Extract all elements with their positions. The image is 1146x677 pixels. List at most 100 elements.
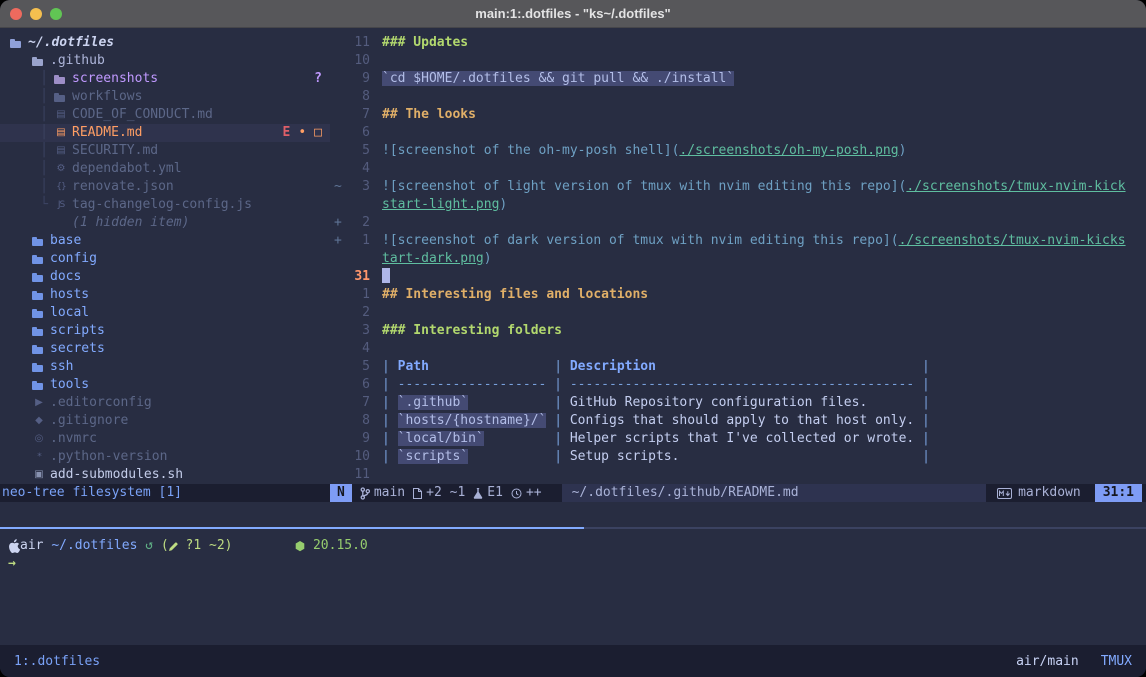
editor-line[interactable]: +2 <box>330 214 1146 232</box>
tree-item[interactable]: local <box>0 304 330 322</box>
tree-item[interactable]: ◎.nvmrc <box>0 430 330 448</box>
tree-item[interactable]: config <box>0 250 330 268</box>
tree-item-label: config <box>48 250 97 268</box>
gutter-sign <box>330 322 344 340</box>
tree-item[interactable]: ssh <box>0 358 330 376</box>
syntax-segment: | <box>382 413 398 428</box>
editor-line[interactable]: 7## The looks <box>330 106 1146 124</box>
tree-item-label: tag-changelog-config.js <box>70 196 252 214</box>
gutter-sign <box>330 286 344 304</box>
line-number: 9 <box>344 430 370 448</box>
tree-item[interactable]: ▣add-submodules.sh <box>0 466 330 484</box>
folder-icon <box>30 286 48 304</box>
line-number: 31 <box>344 268 370 286</box>
editor-line[interactable]: 11### Updates <box>330 34 1146 52</box>
gutter-sign <box>330 340 344 358</box>
shell-pane[interactable]: air ~/.dotfiles ↺ ( ?1 ~2) 20.15.0 → <box>0 529 1146 645</box>
editor-line[interactable]: 6 <box>330 124 1146 142</box>
javascript-icon: JS <box>52 196 70 214</box>
editor-line[interactable]: 9`cd $HOME/.dotfiles && git pull && ./in… <box>330 70 1146 88</box>
gutter-sign <box>330 196 344 214</box>
editor-line[interactable]: 6| ------------------- | ---------------… <box>330 376 1146 394</box>
editor-line[interactable]: +1![screenshot of dark version of tmux w… <box>330 232 1146 250</box>
shell-input-line[interactable]: → <box>8 555 1146 573</box>
editor-line[interactable]: 5![screenshot of the oh-my-posh shell](.… <box>330 142 1146 160</box>
editor-line[interactable]: 10| `scripts` | Setup scripts. | <box>330 448 1146 466</box>
tree-item[interactable]: │{}renovate.json <box>0 178 330 196</box>
tree-item[interactable]: │workflows <box>0 88 330 106</box>
tree-item[interactable]: ◆.gitignore <box>0 412 330 430</box>
tree-item[interactable]: scripts <box>0 322 330 340</box>
neo-tree-sidebar[interactable]: ~/.dotfiles.github│screenshots?│workflow… <box>0 28 330 484</box>
host-name: air <box>20 537 43 555</box>
editor-line[interactable]: ~3![screenshot of light version of tmux … <box>330 178 1146 196</box>
cursor-block <box>382 268 390 283</box>
tree-item[interactable]: hosts <box>0 286 330 304</box>
editor-line[interactable]: 2 <box>330 304 1146 322</box>
line-number: 7 <box>344 394 370 412</box>
editor-line[interactable]: 7| `.github` | GitHub Repository configu… <box>330 394 1146 412</box>
git-branch-item: main <box>360 484 405 502</box>
tree-item[interactable]: │screenshots? <box>0 70 330 88</box>
editor-line[interactable]: 3### Interesting folders <box>330 322 1146 340</box>
tree-item[interactable]: │▤CODE_OF_CONDUCT.md <box>0 106 330 124</box>
line-number: 5 <box>344 358 370 376</box>
flask-icon <box>473 488 483 499</box>
git-branch-icon <box>360 487 370 500</box>
line-text <box>370 466 382 484</box>
syntax-segment: | <box>914 413 930 428</box>
line-number: 2 <box>344 214 370 232</box>
editor-line[interactable]: 4 <box>330 340 1146 358</box>
tree-item[interactable]: │▤SECURITY.md <box>0 142 330 160</box>
tree-item-label: ~/.dotfiles <box>26 34 114 52</box>
extra-flags: ++ <box>526 484 542 502</box>
tree-item[interactable]: ▶.editorconfig <box>0 394 330 412</box>
editor-line[interactable]: start-light.png) <box>330 196 1146 214</box>
editor-line[interactable]: 5| Path | Description | <box>330 358 1146 376</box>
shell-script-icon: ▣ <box>30 466 48 484</box>
editor-buffer[interactable]: 11### Updates 10 9`cd $HOME/.dotfiles &&… <box>330 28 1146 484</box>
editor-line[interactable]: 31 <box>330 268 1146 286</box>
markdown-file-icon: ▤ <box>52 124 70 142</box>
editor-line[interactable]: 1## Interesting files and locations <box>330 286 1146 304</box>
cursor-position: 31:1 <box>1095 484 1142 502</box>
folder-icon <box>30 340 48 358</box>
editor-line[interactable]: 8 <box>330 88 1146 106</box>
editor-line[interactable]: tart-dark.png) <box>330 250 1146 268</box>
line-number <box>344 250 370 268</box>
line-number: 1 <box>344 232 370 250</box>
gutter-sign: + <box>330 232 344 250</box>
line-number: 5 <box>344 142 370 160</box>
prompt-arrow: → <box>8 555 16 573</box>
gutter-sign <box>330 376 344 394</box>
tree-item[interactable]: tools <box>0 376 330 394</box>
editor-line[interactable]: 10 <box>330 52 1146 70</box>
tree-item-label: CODE_OF_CONDUCT.md <box>70 106 213 124</box>
tree-item[interactable]: docs <box>0 268 330 286</box>
git-diamond-icon: ◆ <box>30 412 48 430</box>
titlebar: main:1:.dotfiles - "ks~/.dotfiles" <box>0 0 1146 28</box>
diagnostics-count: E1 <box>487 484 503 502</box>
tree-item[interactable]: └JStag-changelog-config.js <box>0 196 330 214</box>
tmux-window-tab[interactable]: 1:.dotfiles <box>14 654 100 669</box>
editor-line[interactable]: 11 <box>330 466 1146 484</box>
tree-item[interactable]: │▤README.mdE•□ <box>0 124 330 142</box>
tree-item[interactable]: *.python-version <box>0 448 330 466</box>
tree-item[interactable]: secrets <box>0 340 330 358</box>
git-paren: ( <box>161 537 169 555</box>
editor-line[interactable]: 8| `hosts/{hostname}/` | Configs that sh… <box>330 412 1146 430</box>
indent-guide: │ <box>36 142 52 160</box>
tree-item-label: add-submodules.sh <box>48 466 183 484</box>
tree-item[interactable]: .github <box>0 52 330 70</box>
editor-line[interactable]: 9| `local/bin` | Helper scripts that I'v… <box>330 430 1146 448</box>
tree-item[interactable]: (1 hidden item) <box>0 214 330 232</box>
gutter-sign <box>330 88 344 106</box>
indent-guide <box>36 214 52 232</box>
tree-item[interactable]: ~/.dotfiles <box>0 34 330 52</box>
editor-line[interactable]: 4 <box>330 160 1146 178</box>
tree-item[interactable]: │⚙dependabot.yml <box>0 160 330 178</box>
neo-tree-statusline: neo-tree filesystem [1] <box>0 484 330 502</box>
gutter-sign <box>330 250 344 268</box>
tree-item[interactable]: base <box>0 232 330 250</box>
gutter-sign <box>330 466 344 484</box>
